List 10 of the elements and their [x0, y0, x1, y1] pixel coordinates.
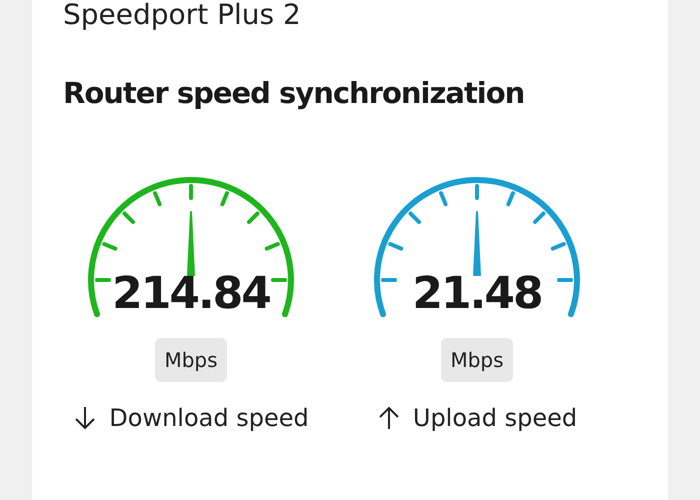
speed-label: Upload speed — [412, 404, 578, 432]
speed-value: 214.84 — [112, 268, 270, 320]
unit-label: Mbps — [155, 338, 227, 382]
up-arrow-icon — [376, 405, 401, 431]
section-title: Router speed synchronization — [63, 76, 524, 110]
device-title: Speedport Plus 2 — [63, 0, 301, 30]
speed-label: Download speed — [109, 404, 309, 432]
down-arrow-icon — [73, 405, 98, 431]
speed-value: 21.48 — [412, 268, 542, 320]
unit-label: Mbps — [441, 338, 513, 382]
